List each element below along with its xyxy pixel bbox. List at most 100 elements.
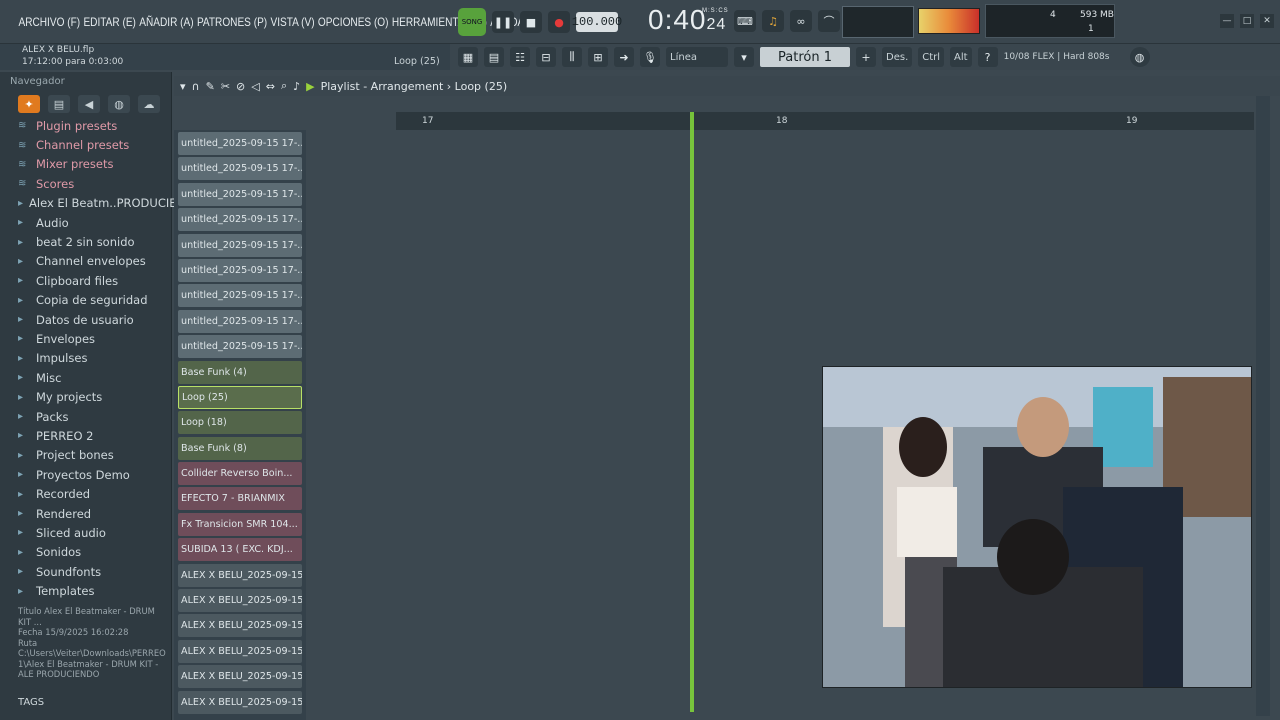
browser-item[interactable]: ▸ Audio	[0, 213, 171, 232]
stop-button[interactable]: ■	[520, 11, 542, 33]
browser-item[interactable]: ▸ PERREO 2	[0, 426, 171, 445]
mixer-icon[interactable]: ⫼	[562, 47, 582, 67]
play-button[interactable]: ❚❚	[492, 11, 514, 33]
globe-tab-icon[interactable]: ◍	[108, 95, 130, 113]
channel-button[interactable]: untitled_2025-09-15 17-...	[178, 208, 302, 232]
channel-button[interactable]: SUBIDA 13 ( EXC. KDJ...	[178, 538, 302, 562]
cloud-tab-icon[interactable]: ☁	[138, 95, 160, 113]
browser-item[interactable]: ▸ Rendered	[0, 504, 171, 523]
channel-button[interactable]: untitled_2025-09-15 17-...	[178, 157, 302, 181]
browser-item[interactable]: ▸ Copia de seguridad	[0, 291, 171, 310]
menu-item[interactable]: PATRONES (P)	[197, 15, 267, 29]
microphone-icon[interactable]: 🎙	[640, 47, 660, 67]
record-button[interactable]: ●	[548, 11, 570, 33]
browser-item[interactable]: ▸ Recorded	[0, 484, 171, 503]
play-pattern-icon[interactable]: ▶	[306, 80, 314, 93]
loop-record-icon[interactable]: ∞	[790, 10, 812, 32]
vertical-scrollbar[interactable]	[1256, 96, 1270, 716]
time-display[interactable]: 0:4024 M:S:CS	[648, 4, 728, 36]
channel-button[interactable]: ALEX X BELU_2025-09-15...	[178, 563, 302, 587]
close-icon[interactable]: ✕	[1260, 14, 1274, 28]
browser-item[interactable]: ▸ beat 2 sin sonido	[0, 232, 171, 251]
browser-item[interactable]: ▸ Proyectos Demo	[0, 465, 171, 484]
add-pattern-icon[interactable]: +	[856, 47, 876, 67]
browser-item[interactable]: ≋ Channel presets	[0, 135, 171, 154]
channel-button[interactable]: Collider Reverso Boin...	[178, 462, 302, 486]
channel-button[interactable]: Base Funk (8)	[178, 436, 302, 460]
menu-item[interactable]: AÑADIR (A)	[139, 15, 193, 29]
channel-rack-icon[interactable]: ☷	[510, 47, 530, 67]
minimize-icon[interactable]: —	[1220, 14, 1234, 28]
channel-button[interactable]: untitled_2025-09-15 17-...	[178, 132, 302, 155]
browser-item[interactable]: ▸ Project bones	[0, 446, 171, 465]
browser-item[interactable]: ▸ Envelopes	[0, 329, 171, 348]
browser-item[interactable]: ▸ Soundfonts	[0, 562, 171, 581]
channel-button[interactable]: ALEX X BELU_2025-09-15...	[178, 665, 302, 689]
channel-button[interactable]: EFECTO 7 - BRIANMIX	[178, 487, 302, 511]
channel-button[interactable]: untitled_2025-09-15 17-...	[178, 309, 302, 333]
globe-icon[interactable]: ◍	[1129, 47, 1150, 67]
magnet-icon[interactable]: ∩	[192, 80, 200, 93]
menu-item[interactable]: ARCHIVO (F)	[18, 15, 80, 29]
playlist-icon[interactable]: ▦	[458, 47, 478, 67]
ctrl-button[interactable]: Ctrl	[918, 47, 945, 67]
channel-button[interactable]: untitled_2025-09-15 17-...	[178, 233, 302, 257]
browser-item[interactable]: ▸ Packs	[0, 407, 171, 426]
browser-icon[interactable]: ⊟	[536, 47, 556, 67]
playhead[interactable]	[690, 112, 694, 712]
browser-item[interactable]: ▸ Datos de usuario	[0, 310, 171, 329]
all-tab-icon[interactable]: ✦	[18, 95, 40, 113]
waveform-icon[interactable]: ⌒	[818, 10, 840, 32]
channel-button[interactable]: Base Funk (4)	[178, 360, 302, 384]
chat-icon[interactable]: ?	[977, 47, 998, 67]
des-button[interactable]: Des.	[882, 47, 913, 67]
timeline-ruler[interactable]: 17 18 19	[396, 112, 1254, 130]
channel-button[interactable]: untitled_2025-09-15 17-...	[178, 182, 302, 206]
channel-button[interactable]: ALEX X BELU_2025-09-15...	[178, 614, 302, 638]
speaker-icon[interactable]: ♪	[293, 80, 300, 93]
menu-item[interactable]: EDITAR (E)	[83, 15, 135, 29]
browser-item[interactable]: ▸ Sliced audio	[0, 523, 171, 542]
chevron-down-icon[interactable]: ▾	[734, 47, 754, 67]
browser-item[interactable]: ▸ Impulses	[0, 349, 171, 368]
channel-button[interactable]: Fx Transicion SMR 104...	[178, 512, 302, 536]
plugin-icon[interactable]: ⊞	[588, 47, 608, 67]
maximize-icon[interactable]: □	[1240, 14, 1254, 28]
browser-item[interactable]: ≋ Scores	[0, 174, 171, 193]
playlist-menu-icon[interactable]: ▾	[180, 80, 186, 93]
metronome-icon[interactable]: ♫	[762, 10, 784, 32]
pencil-icon[interactable]: ✎	[206, 80, 215, 93]
channel-button[interactable]: ALEX X BELU_2025-09-15...	[178, 589, 302, 613]
menu-item[interactable]: VISTA (V)	[271, 15, 315, 29]
browser-item[interactable]: ▸ Templates	[0, 581, 171, 600]
song-mode-toggle[interactable]: SONG	[458, 8, 486, 36]
piano-roll-icon[interactable]: ▤	[484, 47, 504, 67]
channel-button[interactable]: ALEX X BELU_2025-09-15...	[178, 639, 302, 663]
brush-icon[interactable]: ✂	[221, 80, 230, 93]
browser-item[interactable]: ≋ Mixer presets	[0, 155, 171, 174]
slip-icon[interactable]: ⇔	[266, 80, 275, 93]
channel-button[interactable]: Loop (18)	[178, 411, 302, 435]
browser-item[interactable]: ≋ Plugin presets	[0, 116, 171, 135]
browser-item[interactable]: ▸ My projects	[0, 387, 171, 406]
browser-item[interactable]: ▸ Sonidos	[0, 543, 171, 562]
browser-item[interactable]: ▸ Clipboard files	[0, 271, 171, 290]
plugin-tab-icon[interactable]: ◀	[78, 95, 100, 113]
pattern-selector[interactable]: Patrón 1	[760, 47, 850, 67]
browser-item[interactable]: ▸ Alex El Beatm..PRODUCIENDO	[0, 194, 203, 213]
browser-item[interactable]: ▸ Misc	[0, 368, 171, 387]
file-tab-icon[interactable]: ▤	[48, 95, 70, 113]
channel-button[interactable]: untitled_2025-09-15 17-...	[178, 284, 302, 308]
delete-icon[interactable]: ⊘	[236, 80, 245, 93]
channel-button[interactable]: untitled_2025-09-15 17-...	[178, 258, 302, 282]
snap-select[interactable]: Línea	[666, 47, 728, 67]
channel-button[interactable]: ALEX X BELU_2025-09-15...	[178, 690, 302, 714]
alt-button[interactable]: Alt	[950, 47, 972, 67]
zoom-icon[interactable]: ⌕	[281, 79, 287, 93]
keyboard-icon[interactable]: ⌨	[734, 10, 756, 32]
menu-item[interactable]: OPCIONES (O)	[318, 15, 389, 29]
channel-button[interactable]: untitled_2025-09-15 17-...	[178, 335, 302, 359]
arrow-icon[interactable]: ➜	[614, 47, 634, 67]
mute-icon[interactable]: ◁	[251, 80, 259, 93]
browser-item[interactable]: ▸ Channel envelopes	[0, 252, 171, 271]
